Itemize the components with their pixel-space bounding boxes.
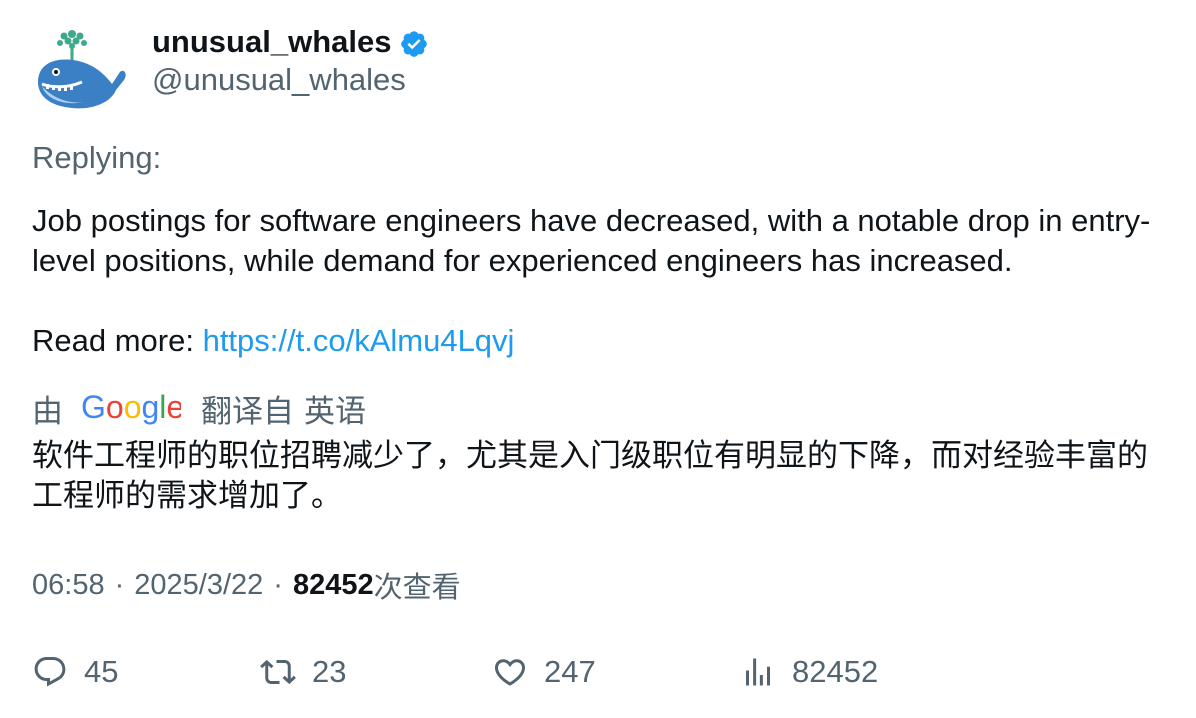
tweet-link[interactable]: https://t.co/kAlmu4Lqvj: [203, 323, 515, 358]
author-name-row[interactable]: unusual_whales: [152, 22, 429, 62]
tweet-time[interactable]: 06:58: [32, 569, 105, 602]
reply-count: 45: [84, 654, 119, 689]
action-bar: 45 23 247 82452: [32, 648, 1172, 696]
replying-label: Replying:: [32, 140, 162, 175]
meta-separator: ·: [114, 568, 125, 601]
like-count: 247: [544, 654, 596, 689]
whale-logo-icon: [38, 30, 126, 109]
like-button[interactable]: 247: [492, 648, 596, 696]
translation-prefix: 由: [32, 393, 63, 430]
retweet-icon: [260, 659, 296, 685]
heart-icon: [494, 659, 526, 686]
translation-suffix-1: 翻译自: [201, 393, 294, 430]
views-count: 82452: [292, 568, 374, 601]
tweet-text-main: Job postings for software engineers have…: [32, 203, 1151, 278]
analytics-icon: [746, 658, 770, 686]
tweet-read-more: Read more: https://t.co/kAlmu4Lqvj: [32, 321, 1172, 361]
read-more-label: Read more:: [32, 323, 203, 358]
tweet-text: Job postings for software engineers have…: [32, 201, 1172, 361]
views-action-count: 82452: [792, 654, 879, 689]
author-display-name[interactable]: unusual_whales: [152, 24, 391, 60]
svg-text:Google: Google: [81, 390, 181, 425]
avatar[interactable]: [32, 24, 128, 114]
reply-button[interactable]: 45: [32, 648, 118, 696]
retweet-button[interactable]: 23: [260, 648, 346, 696]
verified-badge-icon: [401, 31, 428, 57]
translation-attribution: 由 Google 翻译自 英语: [32, 386, 366, 430]
tweet-meta: 06:58 · 2025/3/22 · 82452 次查看: [32, 564, 461, 606]
google-logo-icon: Google: [81, 390, 181, 425]
meta-separator: ·: [273, 568, 283, 601]
reply-icon: [34, 657, 66, 687]
translated-text: 软件工程师的职位招聘减少了，尤其是入门级职位有明显的下降，而对经验丰富的工程师的…: [32, 438, 1148, 514]
views-button[interactable]: 82452: [740, 648, 878, 696]
author-handle[interactable]: @unusual_whales: [152, 62, 406, 98]
retweet-count: 23: [312, 654, 347, 689]
views-label: 次查看: [373, 570, 461, 604]
tweet-date[interactable]: 2025/3/22: [134, 569, 263, 602]
translation-suffix-2[interactable]: 英语: [304, 386, 366, 431]
